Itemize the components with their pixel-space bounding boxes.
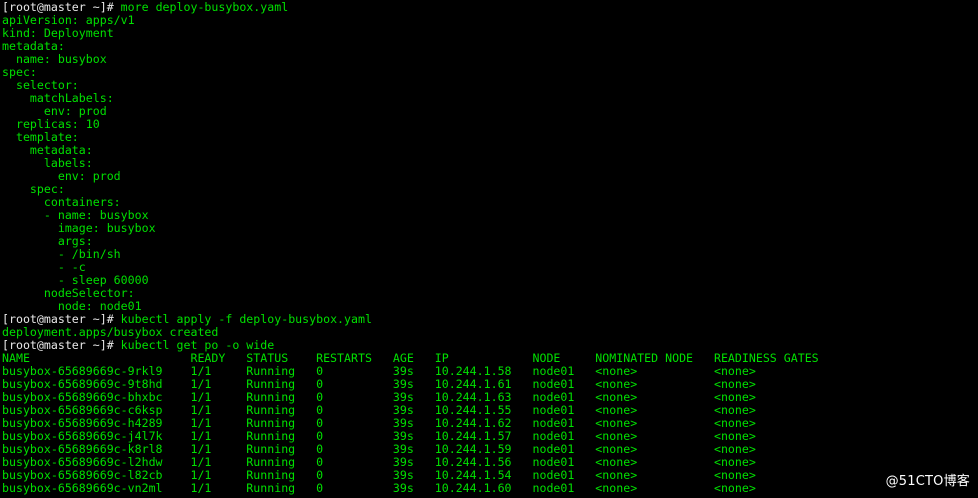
watermark: @51CTO博客	[885, 474, 970, 489]
output-line: template:	[2, 131, 978, 144]
output-text: node: node01	[2, 299, 142, 313]
output-text: - name: busybox	[2, 208, 149, 222]
output-text: image: busybox	[2, 221, 156, 235]
output-line: env: prod	[2, 170, 978, 183]
shell-prompt: [root@master ~]#	[2, 0, 121, 14]
output-line: name: busybox	[2, 53, 978, 66]
output-line: args:	[2, 235, 978, 248]
output-line: replicas: 10	[2, 118, 978, 131]
command-text: more deploy-busybox.yaml	[120, 0, 289, 14]
command-text: kubectl get po -o wide	[120, 338, 275, 352]
output-line: kind: Deployment	[2, 27, 978, 40]
output-line: spec:	[2, 66, 978, 79]
output-text: busybox-65689669c-k8rl8 1/1 Running 0 39…	[2, 442, 756, 456]
output-line: matchLabels:	[2, 92, 978, 105]
output-line: image: busybox	[2, 222, 978, 235]
output-text: nodeSelector:	[2, 286, 135, 300]
output-text: - /bin/sh	[2, 247, 121, 261]
output-text: busybox-65689669c-j4l7k 1/1 Running 0 39…	[2, 429, 756, 443]
output-text: NAME READY STATUS RESTARTS AGE IP NODE N…	[2, 351, 819, 365]
shell-prompt: [root@master ~]#	[2, 338, 121, 352]
output-line: - /bin/sh	[2, 248, 978, 261]
output-text: selector:	[2, 78, 79, 92]
output-line: busybox-65689669c-vn2ml 1/1 Running 0 39…	[2, 482, 978, 495]
output-text: busybox-65689669c-c6ksp 1/1 Running 0 39…	[2, 403, 756, 417]
output-line: metadata:	[2, 144, 978, 157]
output-text: - -c	[2, 260, 86, 274]
output-text: spec:	[2, 182, 65, 196]
output-line: spec:	[2, 183, 978, 196]
output-text: - sleep 60000	[2, 273, 149, 287]
output-line: - sleep 60000	[2, 274, 978, 287]
output-text: replicas: 10	[2, 117, 100, 131]
output-text: deployment.apps/busybox created	[2, 325, 219, 339]
output-text: busybox-65689669c-l82cb 1/1 Running 0 39…	[2, 468, 756, 482]
output-text: busybox-65689669c-9rkl9 1/1 Running 0 39…	[2, 364, 756, 378]
output-line: env: prod	[2, 105, 978, 118]
output-line: nodeSelector:	[2, 287, 978, 300]
output-text: apiVersion: apps/v1	[2, 13, 135, 27]
output-text: busybox-65689669c-l2hdw 1/1 Running 0 39…	[2, 455, 756, 469]
output-line: labels:	[2, 157, 978, 170]
output-text: busybox-65689669c-vn2ml 1/1 Running 0 39…	[2, 481, 756, 495]
output-text: containers:	[2, 195, 121, 209]
output-text: args:	[2, 234, 93, 248]
terminal-output: [root@master ~]# more deploy-busybox.yam…	[2, 1, 978, 495]
output-text: metadata:	[2, 143, 93, 157]
output-text: kind: Deployment	[2, 26, 114, 40]
output-text: env: prod	[2, 169, 121, 183]
output-text: busybox-65689669c-h4289 1/1 Running 0 39…	[2, 416, 756, 430]
shell-prompt: [root@master ~]#	[2, 312, 121, 326]
output-text: metadata:	[2, 39, 65, 53]
output-text: labels:	[2, 156, 93, 170]
output-line: metadata:	[2, 40, 978, 53]
output-text: template:	[2, 130, 79, 144]
output-text: matchLabels:	[2, 91, 114, 105]
terminal-window[interactable]: [root@master ~]# more deploy-busybox.yam…	[0, 0, 978, 498]
output-text: busybox-65689669c-bhxbc 1/1 Running 0 39…	[2, 390, 756, 404]
output-text: busybox-65689669c-9t8hd 1/1 Running 0 39…	[2, 377, 756, 391]
output-line: apiVersion: apps/v1	[2, 14, 978, 27]
command-line: [root@master ~]# more deploy-busybox.yam…	[2, 1, 978, 14]
command-text: kubectl apply -f deploy-busybox.yaml	[120, 312, 372, 326]
output-line: selector:	[2, 79, 978, 92]
output-text: env: prod	[2, 104, 107, 118]
output-text: name: busybox	[2, 52, 107, 66]
output-text: spec:	[2, 65, 37, 79]
